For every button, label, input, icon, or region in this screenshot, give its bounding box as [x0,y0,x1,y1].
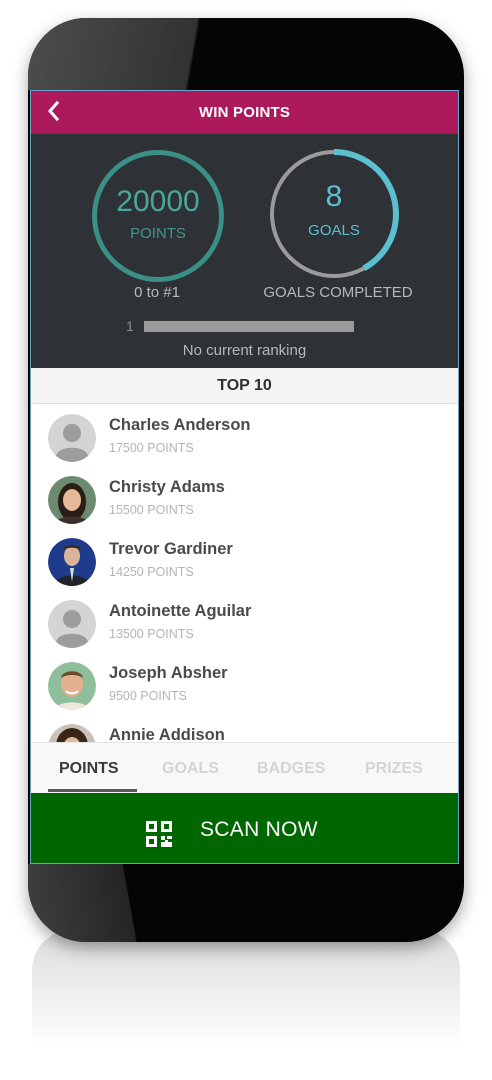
app-screen: WIN POINTS 20000 POINTS 8 GOALS 0 to #1 … [30,90,459,864]
list-item[interactable]: Antoinette Aguilar 13500 POINTS [30,590,459,652]
leaderboard-list[interactable]: Charles Anderson 17500 POINTS Christy Ad… [30,404,459,742]
rank-number: 1 [126,318,134,334]
list-item[interactable]: Joseph Absher 9500 POINTS [30,652,459,714]
tab-goals[interactable]: GOALS [162,760,219,778]
avatar [48,476,96,524]
qr-code-icon [146,821,172,847]
player-name: Charles Anderson [109,416,251,434]
list-item[interactable]: Christy Adams 15500 POINTS [30,466,459,528]
tab-points[interactable]: POINTS [59,760,119,778]
scan-now-button[interactable]: SCAN NOW [30,793,459,864]
player-points: 15500 POINTS [109,503,194,517]
top10-header: TOP 10 [30,368,459,404]
phone-reflection [32,930,460,1070]
player-points: 9500 POINTS [109,689,187,703]
page-title: WIN POINTS [198,104,291,121]
points-label: POINTS [130,225,186,242]
player-name: Annie Addison [109,726,225,742]
list-item[interactable]: Trevor Gardiner 14250 POINTS [30,528,459,590]
rank-progress-bar [144,321,354,332]
avatar [48,538,96,586]
goals-ring-graphic [269,149,399,279]
tab-prizes[interactable]: PRIZES [365,760,423,778]
player-name: Joseph Absher [109,664,228,682]
scan-now-label: SCAN NOW [200,818,318,841]
player-points: 14250 POINTS [109,565,194,579]
list-item[interactable]: Charles Anderson 17500 POINTS [30,404,459,466]
bottom-tab-bar: POINTS GOALS BADGES PRIZES [30,742,459,794]
app-header: WIN POINTS [30,90,459,134]
player-points: 13500 POINTS [109,627,194,641]
avatar [48,662,96,710]
goals-caption: GOALS COMPLETED [263,284,413,301]
rank-status-text: No current ranking [182,342,307,359]
phone-glare-bottom [28,864,158,942]
stats-panel: 20000 POINTS 8 GOALS 0 to #1 GOALS COMPL… [30,134,459,368]
top10-title: TOP 10 [217,377,272,394]
points-value: 20000 [116,185,200,218]
player-name: Trevor Gardiner [109,540,233,558]
default-avatar-icon [48,600,96,648]
goals-value: 8 [325,180,343,213]
rank-caption: 0 to #1 [134,284,180,301]
player-name: Christy Adams [109,478,225,496]
points-ring: 20000 POINTS [92,150,224,282]
avatar [48,724,96,742]
goals-label: GOALS [308,222,360,239]
goals-ring: 8 GOALS [268,148,400,280]
player-points: 17500 POINTS [109,441,194,455]
tab-badges[interactable]: BADGES [257,760,325,778]
active-tab-indicator [48,789,137,792]
list-item[interactable]: Annie Addison [30,714,459,742]
phone-glare-top [28,18,298,90]
player-name: Antoinette Aguilar [109,602,252,620]
default-avatar-icon [48,414,96,462]
